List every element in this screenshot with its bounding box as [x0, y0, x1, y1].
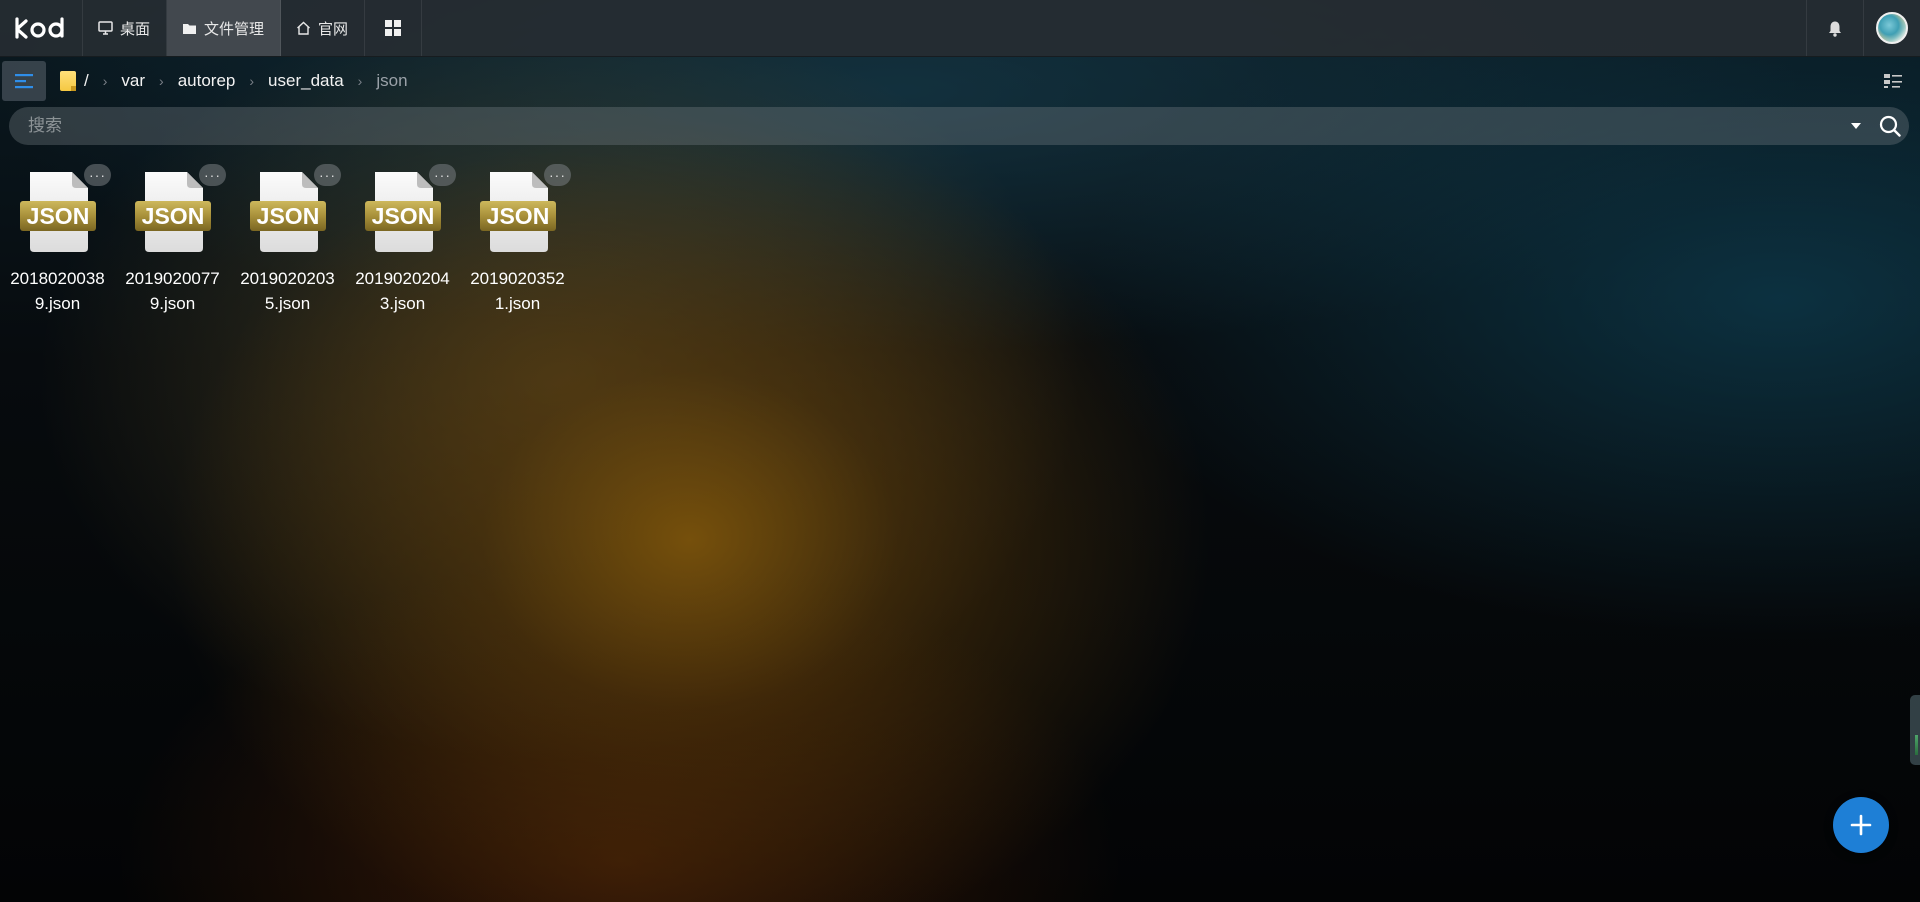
search-options-dropdown[interactable]: [1841, 122, 1871, 130]
file-grid: JSON ··· 20180200389.json JSON ··· 2019020077…: [8, 164, 583, 316]
nav-tab-file-manager[interactable]: 文件管理: [167, 0, 282, 56]
root-folder-icon: [60, 71, 76, 91]
chevron-right-icon: ›: [102, 73, 108, 89]
view-mode-button[interactable]: [1882, 70, 1904, 92]
apps-menu-button[interactable]: [365, 0, 423, 56]
path-bar: / › var › autorep › user_data › json: [0, 57, 1920, 105]
home-icon: [295, 20, 311, 36]
search-input[interactable]: [9, 106, 1841, 146]
bell-icon: [1829, 21, 1841, 37]
breadcrumb-item-autorep[interactable]: autorep: [178, 71, 236, 91]
monitor-icon: [97, 20, 113, 36]
file-type-label: JSON: [256, 203, 319, 229]
file-name: 20190202043.json: [355, 269, 450, 313]
file-item[interactable]: JSON ··· 20180200389.json: [8, 164, 111, 316]
file-type-label: JSON: [141, 203, 204, 229]
file-name: 20190203521.json: [470, 269, 565, 313]
nav-tab-file-manager-label: 文件管理: [204, 20, 265, 38]
file-item[interactable]: JSON ··· 20190200779.json: [123, 164, 226, 316]
file-type-label: JSON: [371, 203, 434, 229]
notifications-button[interactable]: [1806, 0, 1863, 56]
nav-tab-website[interactable]: 官网: [281, 0, 366, 56]
file-name: 20180200389.json: [10, 269, 105, 313]
file-more-button[interactable]: ···: [314, 164, 341, 186]
avatar: [1876, 12, 1908, 44]
file-type-label: JSON: [486, 203, 549, 229]
search-button[interactable]: [1871, 115, 1909, 137]
file-more-button[interactable]: ···: [199, 164, 226, 186]
breadcrumb: / › var › autorep › user_data › json: [60, 71, 408, 91]
nav-tab-desktop-label: 桌面: [120, 20, 151, 38]
breadcrumb-item-json[interactable]: json: [376, 71, 407, 91]
nav-tab-desktop[interactable]: 桌面: [83, 0, 168, 56]
app-logo[interactable]: [0, 0, 83, 56]
file-item[interactable]: JSON ··· 20190202043.json: [353, 164, 456, 316]
top-navigation-bar: 桌面 文件管理 官网: [0, 0, 1920, 57]
file-type-label: JSON: [26, 203, 89, 229]
folder-icon: [181, 20, 197, 36]
side-scroll-handle[interactable]: [1910, 695, 1920, 765]
chevron-right-icon: ›: [357, 73, 363, 89]
user-menu-button[interactable]: [1863, 0, 1920, 56]
file-more-button[interactable]: ···: [429, 164, 456, 186]
search-bar: [9, 106, 1909, 146]
file-item[interactable]: JSON ··· 20190202035.json: [238, 164, 341, 316]
apps-grid-icon: [385, 20, 402, 36]
chevron-right-icon: ›: [249, 73, 255, 89]
plus-icon: [1850, 814, 1872, 836]
breadcrumb-item-var[interactable]: var: [121, 71, 145, 91]
breadcrumb-root-label: /: [84, 71, 89, 90]
caret-down-icon: [1851, 123, 1861, 129]
search-icon: [1879, 115, 1901, 137]
nav-tab-website-label: 官网: [318, 20, 349, 38]
add-new-button[interactable]: [1833, 797, 1889, 853]
breadcrumb-item-user-data[interactable]: user_data: [268, 71, 344, 91]
kod-logo-icon: [15, 17, 64, 39]
file-name: 20190202035.json: [240, 269, 335, 313]
sidebar-toggle-button[interactable]: [2, 61, 46, 101]
menu-icon: [15, 74, 33, 89]
breadcrumb-root[interactable]: /: [60, 71, 89, 91]
file-more-button[interactable]: ···: [84, 164, 111, 186]
file-item[interactable]: JSON ··· 20190203521.json: [468, 164, 571, 316]
topbar-right-controls: [1806, 0, 1920, 56]
list-view-icon: [1884, 74, 1902, 88]
file-more-button[interactable]: ···: [544, 164, 571, 186]
file-name: 20190200779.json: [125, 269, 220, 313]
chevron-right-icon: ›: [159, 73, 164, 89]
